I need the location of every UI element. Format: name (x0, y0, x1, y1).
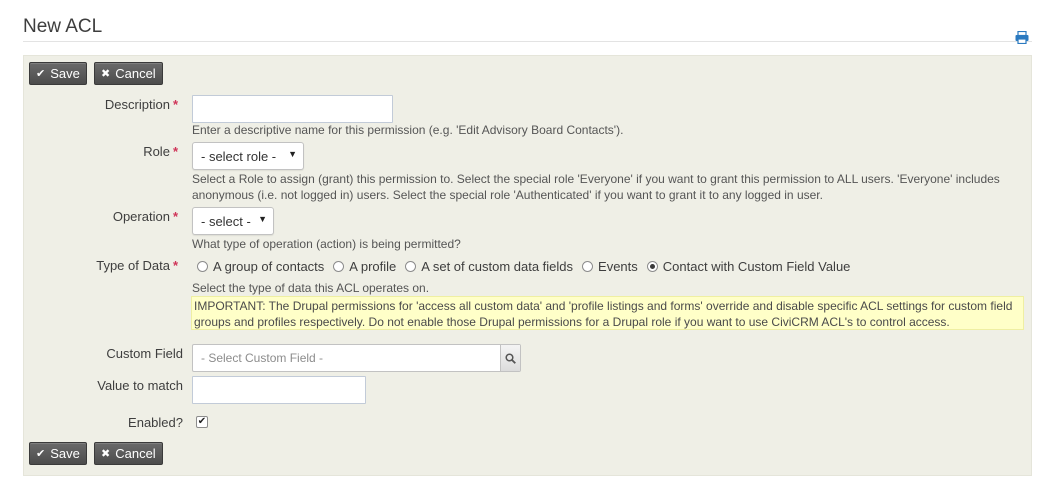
value-to-match-input[interactable] (192, 376, 366, 404)
check-icon: ✔ (36, 68, 46, 80)
important-notice: IMPORTANT: The Drupal permissions for 'a… (191, 296, 1024, 330)
description-label-text: Description (104, 97, 170, 112)
radio-events[interactable] (582, 261, 594, 272)
save-button-bottom[interactable]: ✔ Save (29, 442, 87, 465)
type-of-data-help: Select the type of data this ACL operate… (192, 281, 430, 295)
save-label: Save (50, 66, 80, 81)
enabled-checkbox[interactable]: ✔ (196, 416, 208, 428)
operation-label: Operation * (113, 209, 178, 224)
search-icon[interactable] (500, 345, 520, 371)
radio-contact-custom-field-value[interactable] (646, 261, 658, 272)
required-marker: * (172, 258, 178, 273)
save-label: Save (50, 446, 80, 461)
radio-label: Contact with Custom Field Value (662, 259, 851, 274)
close-icon: ✖ (101, 448, 111, 460)
radio-group-of-contacts[interactable] (197, 261, 208, 272)
radio-custom-data-fields[interactable] (405, 261, 417, 272)
type-of-data-label: Type of Data * (96, 258, 178, 273)
operation-selected-value: - select - (201, 213, 251, 229)
page-title: New ACL (23, 16, 103, 37)
radio-label: A profile (349, 259, 397, 274)
value-to-match-label: Value to match (97, 378, 183, 393)
close-icon: ✖ (101, 68, 111, 80)
caret-down-icon: ▼ (258, 214, 267, 224)
operation-label-text: Operation (112, 209, 170, 224)
role-label: Role * (143, 144, 178, 159)
required-marker: * (172, 97, 178, 112)
description-help: Enter a descriptive name for this permis… (192, 123, 624, 137)
radio-label: A set of custom data fields (421, 259, 574, 274)
check-icon: ✔ (36, 448, 46, 460)
cancel-button-bottom[interactable]: ✖ Cancel (94, 442, 163, 465)
required-marker: * (172, 209, 178, 224)
role-label-text: Role (143, 144, 170, 159)
radio-label: A group of contacts (213, 259, 325, 274)
role-select[interactable]: - select role - ▼ (192, 142, 304, 170)
enabled-label: Enabled? (128, 415, 183, 430)
operation-select[interactable]: - select - ▼ (192, 207, 274, 235)
radio-label: Events (598, 259, 638, 274)
save-button-top[interactable]: ✔ Save (29, 62, 87, 85)
cancel-button-top[interactable]: ✖ Cancel (94, 62, 163, 85)
type-of-data-radios: A group of contacts A profile A set of c… (197, 259, 859, 274)
custom-field-label: Custom Field (106, 346, 183, 361)
custom-field-select[interactable]: - Select Custom Field - (192, 344, 521, 372)
cancel-label: Cancel (115, 446, 156, 461)
operation-help: What type of operation (action) is being… (192, 237, 461, 251)
custom-field-placeholder: - Select Custom Field - (201, 351, 324, 365)
role-help: Select a Role to assign (grant) this per… (192, 172, 1000, 202)
required-marker: * (172, 144, 178, 159)
print-icon[interactable] (1015, 31, 1029, 44)
role-selected-value: - select role - (201, 148, 277, 164)
title-divider (23, 41, 1032, 42)
description-label: Description * (105, 97, 178, 112)
radio-profile[interactable] (333, 261, 345, 272)
type-of-data-label-text: Type of Data (96, 258, 170, 273)
cancel-label: Cancel (115, 66, 156, 81)
description-input[interactable] (192, 95, 393, 123)
caret-down-icon: ▼ (288, 149, 297, 159)
